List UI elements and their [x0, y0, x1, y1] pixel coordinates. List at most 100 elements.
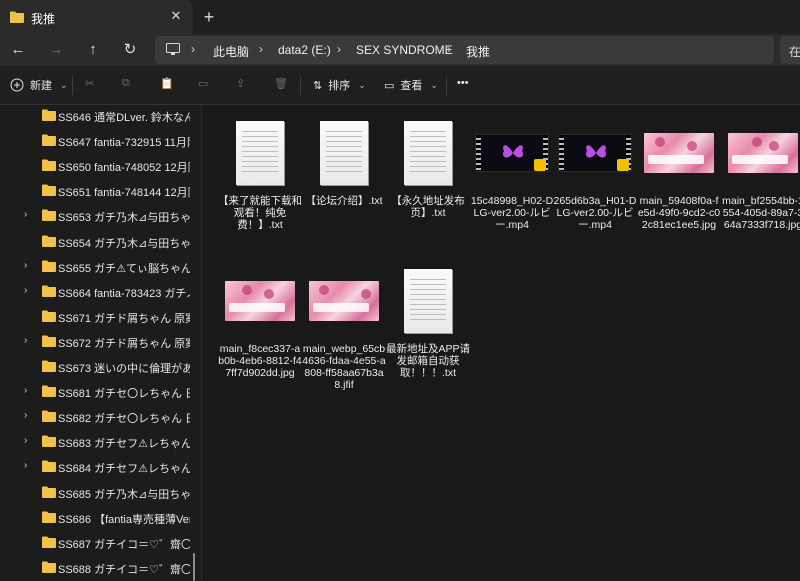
sidebar-item-label: SS684 ガチセフ⚠レちゃん ノ: [58, 463, 190, 476]
chevron-down-icon: ⌄: [60, 79, 68, 90]
view-icon: ▭: [384, 79, 395, 92]
new-label: 新建: [30, 80, 52, 92]
sidebar-item[interactable]: SS647 fantia-732915 11月限定: [0, 128, 190, 153]
chevron-right-icon[interactable]: ›: [24, 209, 27, 220]
new-button[interactable]: 新建 ⌄: [10, 77, 68, 93]
chevron-right-icon[interactable]: ›: [24, 410, 27, 421]
arrow-up-icon[interactable]: ↑: [81, 38, 105, 62]
sidebar-item[interactable]: SS654 ガチ乃木⊿与田ちゃん似: [0, 229, 190, 254]
text-file-icon: [236, 121, 284, 185]
chevron-right-icon[interactable]: ›: [24, 435, 27, 446]
sidebar-item[interactable]: SS673 迷いの中に倫理がある #: [0, 354, 190, 379]
address-bar[interactable]: › 此电脑 › data2 (E:) › SEX SYNDROME › 我推: [155, 36, 774, 64]
sidebar-item[interactable]: SS671 ガチド屑ちゃん 原案〇: [0, 304, 190, 329]
sidebar-item[interactable]: › SS682 ガチセ〇レちゃん 日向: [0, 404, 190, 429]
arrow-left-icon[interactable]: ←: [6, 38, 30, 62]
sidebar-item[interactable]: › SS681 ガチセ〇レちゃん 日向: [0, 379, 190, 404]
file-thumbnail: [222, 263, 298, 339]
sidebar-item-label: SS685 ガチ乃木⊿与田ちゃん似: [58, 488, 190, 501]
sidebar-item[interactable]: › SS653 ガチ乃木⊿与田ちゃん似: [0, 203, 190, 228]
plus-circle-icon: [10, 78, 24, 92]
file-thumbnail: [641, 115, 717, 191]
folder-icon: [42, 385, 56, 400]
breadcrumb-this-pc[interactable]: 此电脑: [213, 43, 249, 60]
sidebar-item-label: SS650 fantia-748052 12月限定: [58, 162, 190, 175]
trash-icon[interactable]: 🗑: [274, 77, 288, 90]
arrow-right-icon[interactable]: →: [44, 38, 68, 62]
folder-icon: [42, 184, 56, 199]
sidebar-scrollbar[interactable]: [193, 105, 195, 581]
sidebar-item[interactable]: SS651 fantia-748144 12月限定: [0, 178, 190, 203]
monitor-icon: [166, 43, 180, 55]
view-button[interactable]: ▭ 查看 ⌄: [384, 77, 438, 93]
sidebar-item[interactable]: SS686 【fantia専売種薄Ver.】: [0, 505, 190, 530]
text-file-icon: [404, 269, 452, 333]
view-label: 查看: [400, 80, 423, 92]
sidebar-item-label: SS682 ガチセ〇レちゃん 日向: [58, 413, 190, 426]
chevron-right-icon[interactable]: ›: [24, 460, 27, 471]
text-file-icon: [320, 121, 368, 185]
file-thumbnail: [725, 115, 800, 191]
file-name: 15c48998_H02-DLG-ver2.00-ルビー.mp4: [470, 195, 554, 231]
sidebar-item-label: SS654 ガチ乃木⊿与田ちゃん似: [58, 237, 190, 250]
chevron-right-icon[interactable]: ›: [24, 285, 27, 296]
sidebar-item[interactable]: SS687 ガチイコ＝♡゛齋〇な: [0, 530, 190, 555]
sidebar-item-label: SS653 ガチ乃木⊿与田ちゃん似: [58, 212, 190, 225]
video-file-icon: [475, 134, 549, 172]
share-icon[interactable]: ⇪: [236, 77, 245, 90]
chevron-right-icon: ›: [191, 42, 195, 56]
chevron-down-icon: ⌄: [430, 79, 438, 90]
command-bar: 新建 ⌄ ✂ ⧉ 📋 ▭ ⇪ 🗑 ⇅ 排序 ⌄ ▭ 查看 ⌄ •••: [0, 66, 800, 105]
folder-icon: [42, 310, 56, 325]
more-options-icon[interactable]: •••: [457, 77, 469, 89]
chevron-right-icon[interactable]: ›: [24, 260, 27, 271]
sidebar-item-label: SS646 通常DLver. 鈴木なんか: [58, 112, 190, 124]
cut-icon[interactable]: ✂: [85, 77, 94, 90]
file-name: main_f8cec337-ab0b-4eb6-8812-f47ff7d902d…: [218, 343, 302, 379]
file-thumbnail: [306, 263, 382, 339]
sidebar-item-label: SS664 fantia-783423 ガチふる: [58, 287, 190, 300]
breadcrumb-drive[interactable]: data2 (E:): [278, 43, 331, 57]
file-thumbnail: [557, 115, 633, 191]
tab-title: 我推: [31, 12, 56, 26]
sort-button[interactable]: ⇅ 排序 ⌄: [313, 77, 366, 93]
sidebar-item[interactable]: › SS684 ガチセフ⚠レちゃん ノ: [0, 454, 190, 479]
close-icon[interactable]: ✕: [167, 7, 185, 25]
folder-icon: [42, 486, 56, 501]
copy-icon[interactable]: ⧉: [122, 77, 130, 90]
image-file-icon: [644, 133, 714, 173]
folder-icon: [42, 561, 56, 576]
refresh-icon[interactable]: ↻: [118, 38, 142, 62]
sidebar-item[interactable]: SS688 ガチイコ＝♡゛齋〇な: [0, 555, 190, 580]
scrollbar-thumb[interactable]: [193, 553, 195, 581]
breadcrumb-folder[interactable]: SEX SYNDROME: [356, 43, 453, 57]
sidebar-item-label: SS673 迷いの中に倫理がある #: [58, 363, 190, 375]
sidebar-item[interactable]: › SS683 ガチセフ⚠レちゃん 日: [0, 429, 190, 454]
paste-icon[interactable]: 📋: [160, 77, 174, 90]
sidebar-item[interactable]: › SS672 ガチド屑ちゃん 原案〇: [0, 329, 190, 354]
sidebar-item[interactable]: SS646 通常DLver. 鈴木なんか: [0, 105, 190, 128]
chevron-right-icon[interactable]: ›: [24, 385, 27, 396]
file-name: main_webp_65cb4636-fdaa-4e55-a808-ff58aa…: [302, 343, 386, 391]
rename-icon[interactable]: ▭: [198, 77, 208, 90]
search-placeholder: 在: [789, 45, 800, 59]
sort-icon: ⇅: [313, 79, 323, 92]
file-name: 最新地址及APP请发邮箱自动获取！！！.txt: [386, 343, 471, 379]
title-bar: 我推 ✕ +: [0, 0, 800, 34]
search-input[interactable]: 在: [780, 36, 800, 64]
file-name: 【永久地址发布页】.txt: [391, 195, 465, 219]
divider: [300, 76, 301, 95]
sidebar-item[interactable]: SS650 fantia-748052 12月限定: [0, 153, 190, 178]
chevron-right-icon: ›: [447, 42, 451, 56]
sidebar-item[interactable]: › SS664 fantia-783423 ガチふる: [0, 279, 190, 304]
text-file-icon: [404, 121, 452, 185]
sidebar-item-label: SS686 【fantia専売種薄Ver.】: [58, 513, 190, 526]
sidebar-item[interactable]: SS685 ガチ乃木⊿与田ちゃん似: [0, 480, 190, 505]
file-thumbnail: [222, 115, 298, 191]
tab-current[interactable]: 我推 ✕: [0, 0, 193, 34]
sidebar-item[interactable]: › SS655 ガチ⚠てぃ脳ちゃん: [0, 254, 190, 279]
chevron-right-icon[interactable]: ›: [24, 335, 27, 346]
folder-icon: [42, 159, 56, 174]
breadcrumb-current[interactable]: 我推: [466, 43, 490, 60]
plus-icon[interactable]: +: [199, 7, 219, 27]
